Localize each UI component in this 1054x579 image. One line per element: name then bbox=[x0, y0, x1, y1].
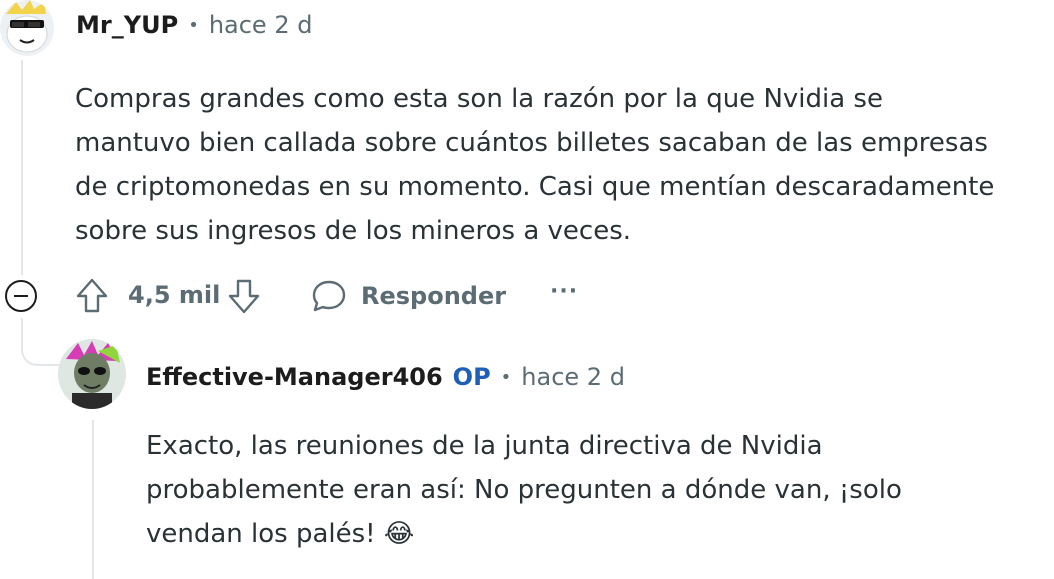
reply-timestamp[interactable]: hace 2 d bbox=[521, 363, 625, 391]
reply-avatar[interactable] bbox=[58, 339, 126, 409]
collapse-button[interactable] bbox=[4, 279, 38, 313]
comment-line: de criptomonedas en su momento. Casi que… bbox=[75, 172, 995, 202]
reply-line: vendan los palés! 😂 bbox=[146, 519, 415, 549]
upvote-button[interactable] bbox=[74, 277, 110, 315]
timestamp[interactable]: hace 2 d bbox=[209, 11, 313, 39]
op-badge: OP bbox=[452, 363, 491, 391]
reply-button[interactable]: Responder bbox=[311, 277, 506, 315]
comment-line: mantuvo bien callada sobre cuántos bille… bbox=[75, 128, 988, 158]
downvote-arrow-icon bbox=[228, 279, 260, 314]
comment-bubble-icon bbox=[312, 280, 346, 312]
username[interactable]: Mr_YUP bbox=[76, 11, 178, 39]
thread-line-main bbox=[21, 60, 23, 275]
snoo-avatar-icon bbox=[6, 0, 48, 53]
reply-body: Exacto, las reuniones de la junta direct… bbox=[146, 424, 1046, 556]
meta-separator: • bbox=[500, 366, 512, 388]
meta-separator: • bbox=[188, 14, 199, 36]
minus-circle-icon bbox=[5, 280, 37, 312]
reply-header: Effective-Manager406 OP • hace 2 d bbox=[146, 361, 625, 393]
comment-line: Compras grandes como esta son la razón p… bbox=[75, 84, 883, 114]
alien-avatar-icon bbox=[66, 341, 120, 409]
reply-line: Exacto, las reuniones de la junta direct… bbox=[146, 431, 823, 461]
upvote-arrow-icon bbox=[76, 278, 108, 313]
comment-header: Mr_YUP • hace 2 d bbox=[76, 9, 312, 41]
reply-line: probablemente eran así: No pregunten a d… bbox=[146, 475, 902, 505]
more-options-button[interactable]: ··· bbox=[550, 279, 578, 304]
reply-username[interactable]: Effective-Manager406 bbox=[146, 363, 443, 391]
comment-line: sobre sus ingresos de los mineros a vece… bbox=[75, 216, 632, 246]
avatar[interactable] bbox=[0, 0, 54, 56]
thread-line-reply bbox=[92, 420, 94, 579]
vote-count: 4,5 mil bbox=[128, 281, 221, 309]
reply-label: Responder bbox=[361, 282, 507, 310]
comment-body: Compras grandes como esta son la razón p… bbox=[75, 77, 1045, 253]
downvote-button[interactable] bbox=[226, 277, 262, 315]
